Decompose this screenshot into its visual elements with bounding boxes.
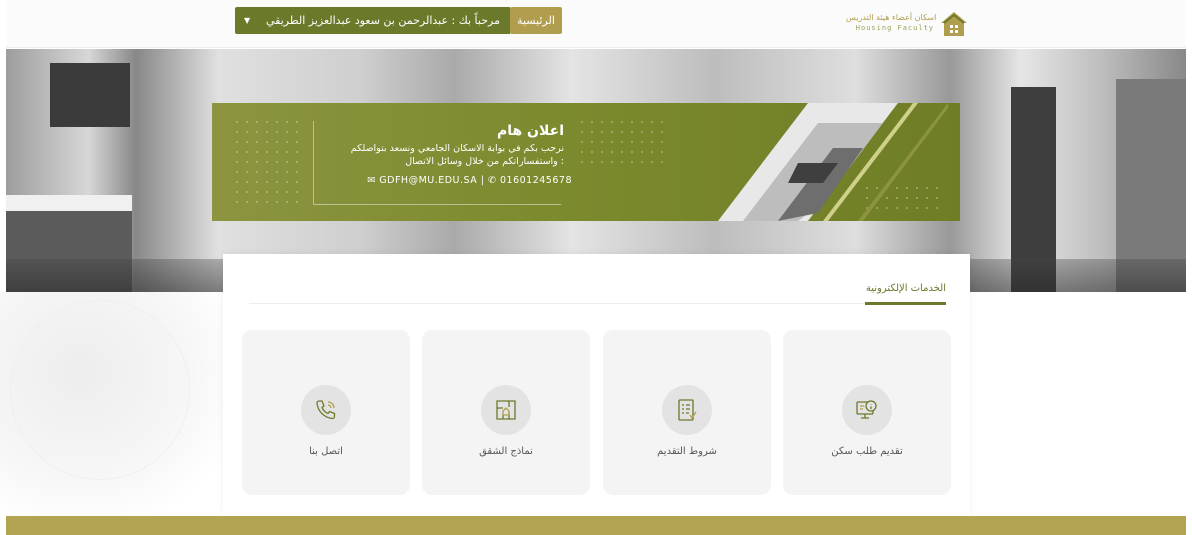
house-logo-icon: [941, 12, 967, 36]
contact-phone[interactable]: 01601245678: [500, 175, 572, 186]
user-menu-dropdown[interactable]: ▼ مرحباً بك : عبدالرحمن بن سعود عبدالعزي…: [235, 7, 510, 34]
floorplan-icon: [496, 400, 516, 420]
building-photo-graphic: [718, 103, 948, 221]
logo-arabic-text: اسكان أعضاء هيئة التدريس: [846, 13, 937, 22]
services-section-title: الخدمات الإلكترونية: [865, 283, 946, 294]
tile-label: نماذج الشقق: [479, 446, 533, 457]
contact-email[interactable]: GDFH@MU.EDU.SA: [379, 175, 477, 186]
tile-icon-circle: [481, 385, 531, 435]
photo-counter-top: [6, 195, 132, 211]
service-tile-conditions[interactable]: شروط التقديم: [603, 330, 771, 495]
footer-bar: [6, 516, 1186, 535]
section-title-underline: [865, 302, 946, 305]
caret-down-icon: ▼: [244, 16, 251, 25]
monitor-info-icon: [856, 400, 877, 419]
contact-separator: |: [480, 175, 485, 186]
tile-icon-circle: [842, 385, 892, 435]
announcement-text-line1: نرحب بكم في بوابة الاسكان الجامعي ونسعد …: [350, 143, 564, 154]
announcement-banner: اعلان هام نرحب بكم في بوابة الاسكان الجا…: [212, 103, 960, 221]
tile-label: اتصل بنا: [309, 446, 343, 457]
announcement-text-line2: واستفساراتكم من خلال وسائل الاتصال :: [405, 156, 564, 167]
dot-pattern: [232, 117, 302, 207]
photo-cabinet: [50, 63, 130, 127]
site-logo[interactable]: اسكان أعضاء هيئة التدريس Housing Faculty: [844, 10, 971, 40]
service-tile-apartment-models[interactable]: نماذج الشقق: [422, 330, 590, 495]
email-icon: ✉: [367, 175, 376, 186]
welcome-label: مرحباً بك : عبدالرحمن بن سعود عبدالعزيز …: [265, 14, 500, 27]
service-tile-contact-us[interactable]: اتصل بنا: [242, 330, 410, 495]
section-divider: [249, 303, 946, 304]
phone-icon: [316, 400, 336, 420]
service-tile-apply-housing[interactable]: تقديم طلب سكن: [783, 330, 951, 495]
home-button[interactable]: الرئيسية: [510, 7, 562, 34]
announcement-title: اعلان هام: [496, 123, 564, 139]
tile-label: شروط التقديم: [657, 446, 717, 457]
logo-english-text: Housing Faculty: [855, 24, 934, 32]
phone-small-icon: ✆: [488, 175, 497, 186]
tile-label: تقديم طلب سكن: [831, 446, 903, 457]
contact-info: ✉ GDFH@MU.EDU.SA | ✆ 01601245678: [340, 175, 572, 186]
checklist-icon: [678, 399, 697, 421]
tile-icon-circle: [301, 385, 351, 435]
tile-icon-circle: [662, 385, 712, 435]
top-navbar: ▼ مرحباً بك : عبدالرحمن بن سعود عبدالعزي…: [6, 0, 1186, 48]
globe-outline: [10, 300, 190, 480]
